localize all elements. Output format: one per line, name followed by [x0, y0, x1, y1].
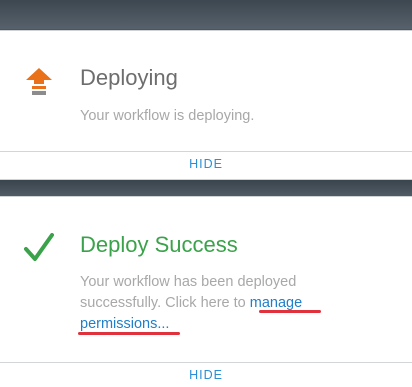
hide-success-button[interactable]: HIDE [189, 368, 223, 382]
success-message: Your workflow has been deployed successf… [80, 272, 380, 335]
top-backdrop [0, 0, 412, 29]
annotation-underline [259, 310, 321, 313]
deploying-title: Deploying [80, 65, 178, 90]
hide-deploying-button[interactable]: HIDE [189, 157, 223, 171]
annotation-underline [78, 332, 180, 335]
checkmark-icon [24, 233, 54, 263]
success-footer: HIDE [0, 362, 412, 387]
deploy-success-notification: Deploy Success Your workflow has been de… [0, 196, 412, 387]
deploying-footer: HIDE [0, 151, 412, 176]
upload-arrow-icon [25, 68, 53, 98]
deploying-message: Your workflow is deploying. [80, 108, 255, 124]
success-title: Deploy Success [80, 232, 238, 257]
separator-backdrop [0, 180, 412, 196]
deploying-notification: Deploying Your workflow is deploying. HI… [0, 30, 412, 180]
